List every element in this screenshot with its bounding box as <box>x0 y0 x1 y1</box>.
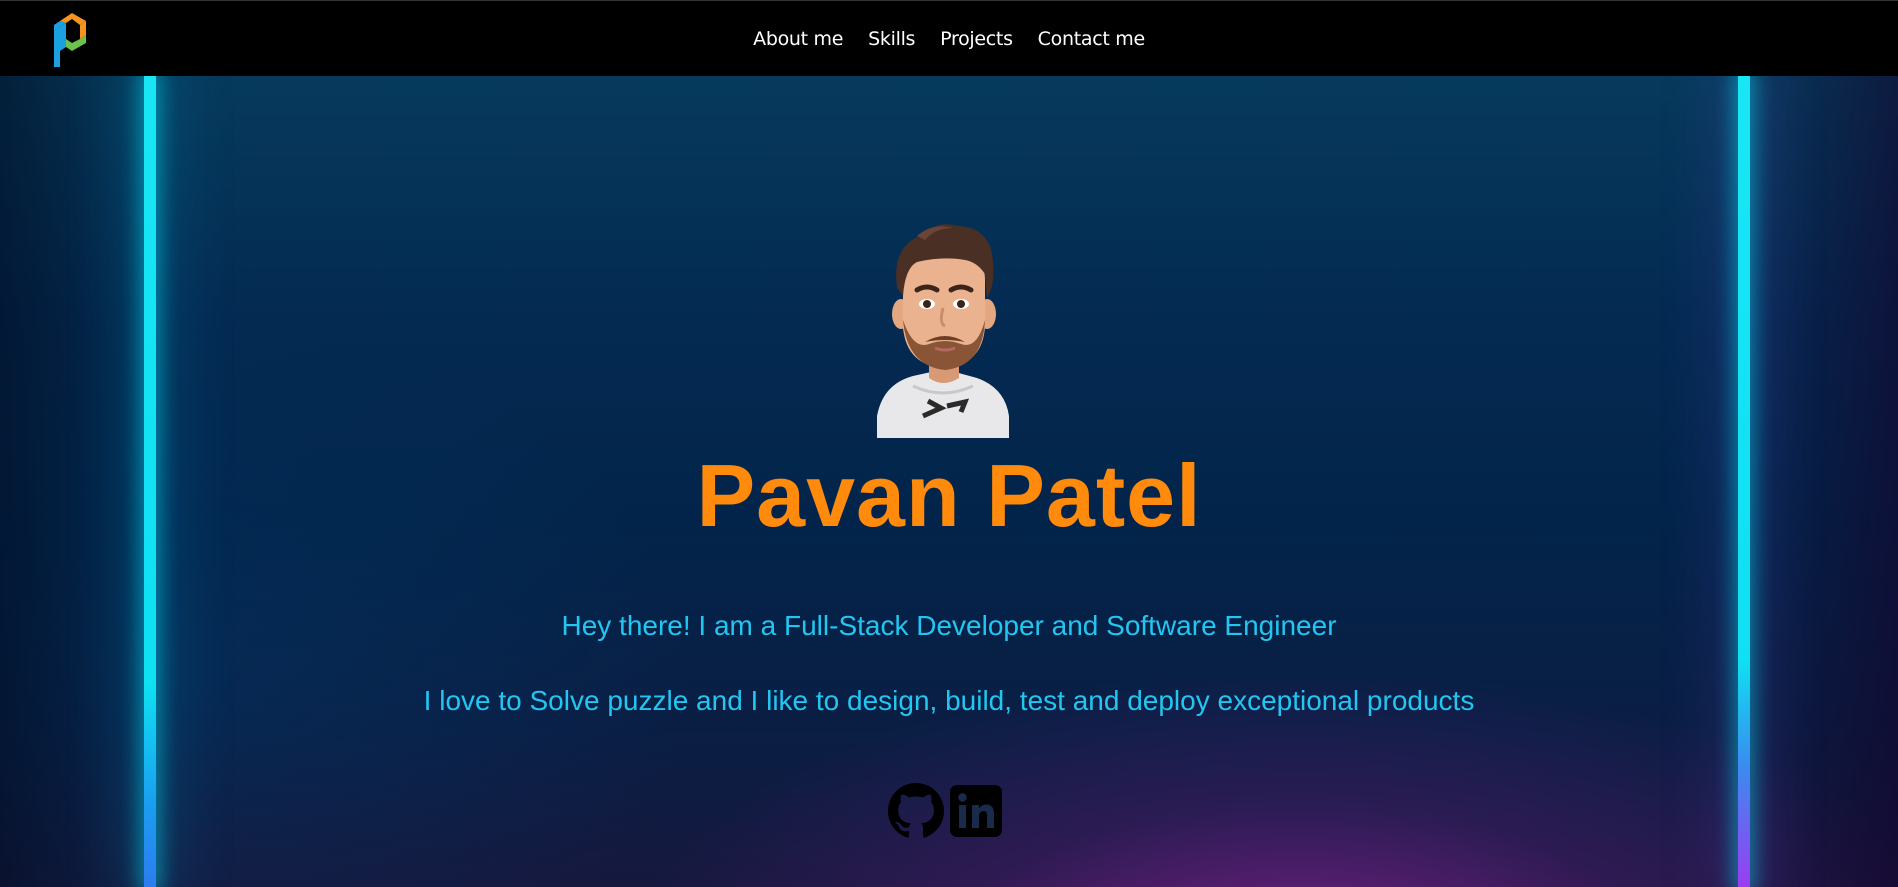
social-links <box>888 783 1004 839</box>
nav-about-me[interactable]: About me <box>741 28 856 50</box>
linkedin-icon[interactable] <box>948 783 1004 839</box>
navbar: About me Skills Projects Contact me <box>0 0 1898 76</box>
hero-tagline-1: Hey there! I am a Full-Stack Developer a… <box>561 610 1337 641</box>
hero-tagline-2: I love to Solve puzzle and I like to des… <box>423 685 1475 716</box>
hero-name: Pavan Patel <box>696 446 1202 545</box>
hero-section: Pavan Patel Hey there! I am a Full-Stack… <box>0 76 1898 887</box>
memoji-avatar <box>877 224 1009 438</box>
nav-contact-me[interactable]: Contact me <box>1025 28 1157 50</box>
github-icon[interactable] <box>888 783 944 839</box>
nav-projects[interactable]: Projects <box>928 28 1026 50</box>
nav-skills[interactable]: Skills <box>856 28 928 50</box>
nav-links: About me Skills Projects Contact me <box>0 1 1898 77</box>
